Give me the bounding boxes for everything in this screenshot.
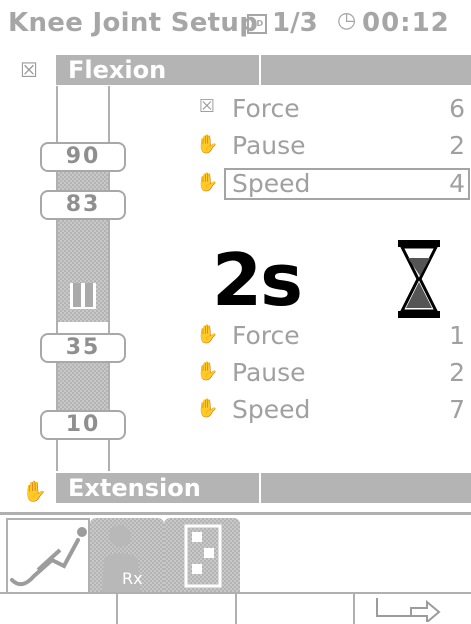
rx-tab[interactable]: Rx [90, 518, 164, 592]
extension-hand-icon[interactable]: ✋ [22, 479, 47, 503]
flexion-force-label[interactable]: Force [232, 94, 300, 123]
extension-speed-label[interactable]: Speed [232, 395, 310, 424]
clock-icon: ◷ [337, 8, 357, 33]
flexion-pause-value[interactable]: 2 [449, 131, 465, 160]
leg-exercise-tab[interactable] [6, 518, 90, 592]
extension-label: Extension [68, 474, 201, 502]
rx-prescription-icon: Rx [102, 525, 143, 592]
crossed-out-icon: ☒ [198, 96, 216, 117]
flexion-pause-label[interactable]: Pause [232, 131, 306, 160]
softkey-1[interactable] [0, 594, 119, 624]
softkey-bar [0, 592, 471, 624]
softkey-next[interactable] [355, 594, 471, 624]
session-timer: 00:12 [362, 8, 450, 38]
extension-header[interactable]: Extension [56, 473, 471, 503]
current-angle-upper[interactable]: 83 [40, 190, 126, 220]
divider [259, 473, 261, 503]
settings-tab[interactable] [164, 518, 240, 592]
hand-icon: ✋ [196, 324, 219, 345]
current-angle-lower[interactable]: 35 [40, 333, 126, 363]
hourglass-icon [396, 238, 442, 324]
leg-exercise-icon [10, 527, 87, 587]
softkey-3[interactable] [237, 594, 355, 624]
pause-icon [70, 283, 96, 309]
softkey-2[interactable] [118, 594, 237, 624]
page-title: Knee Joint Setup [8, 8, 259, 38]
extension-speed-value[interactable]: 7 [449, 395, 465, 424]
extension-pause-label[interactable]: Pause [232, 358, 306, 387]
flexion-force-value[interactable]: 6 [449, 94, 465, 123]
hand-icon: ✋ [196, 134, 219, 155]
extension-force-label[interactable]: Force [232, 321, 300, 350]
svg-text:Rx: Rx [122, 569, 143, 588]
settings-grid-icon [184, 524, 222, 588]
extension-force-value[interactable]: 1 [449, 321, 465, 350]
next-arrow-icon [375, 598, 441, 622]
flexion-crossed-out-icon[interactable]: ☒ [20, 58, 38, 82]
sd-card-icon: SD [247, 14, 267, 34]
hand-icon: ✋ [196, 398, 219, 419]
max-angle-limit[interactable]: 90 [40, 142, 126, 172]
countdown-display: 2s [212, 238, 303, 322]
hand-icon: ✋ [196, 172, 219, 193]
extension-pause-value[interactable]: 2 [449, 358, 465, 387]
page-counter: 1/3 [272, 8, 318, 38]
divider [259, 55, 261, 85]
flexion-speed-value[interactable]: 4 [449, 169, 465, 198]
hand-icon: ✋ [196, 361, 219, 382]
flexion-label: Flexion [68, 56, 167, 84]
flexion-speed-label[interactable]: Speed [232, 169, 310, 198]
min-angle-limit[interactable]: 10 [40, 410, 126, 440]
flexion-header[interactable]: Flexion [56, 55, 471, 85]
range-fill-lower [58, 360, 108, 410]
separator [0, 512, 471, 515]
